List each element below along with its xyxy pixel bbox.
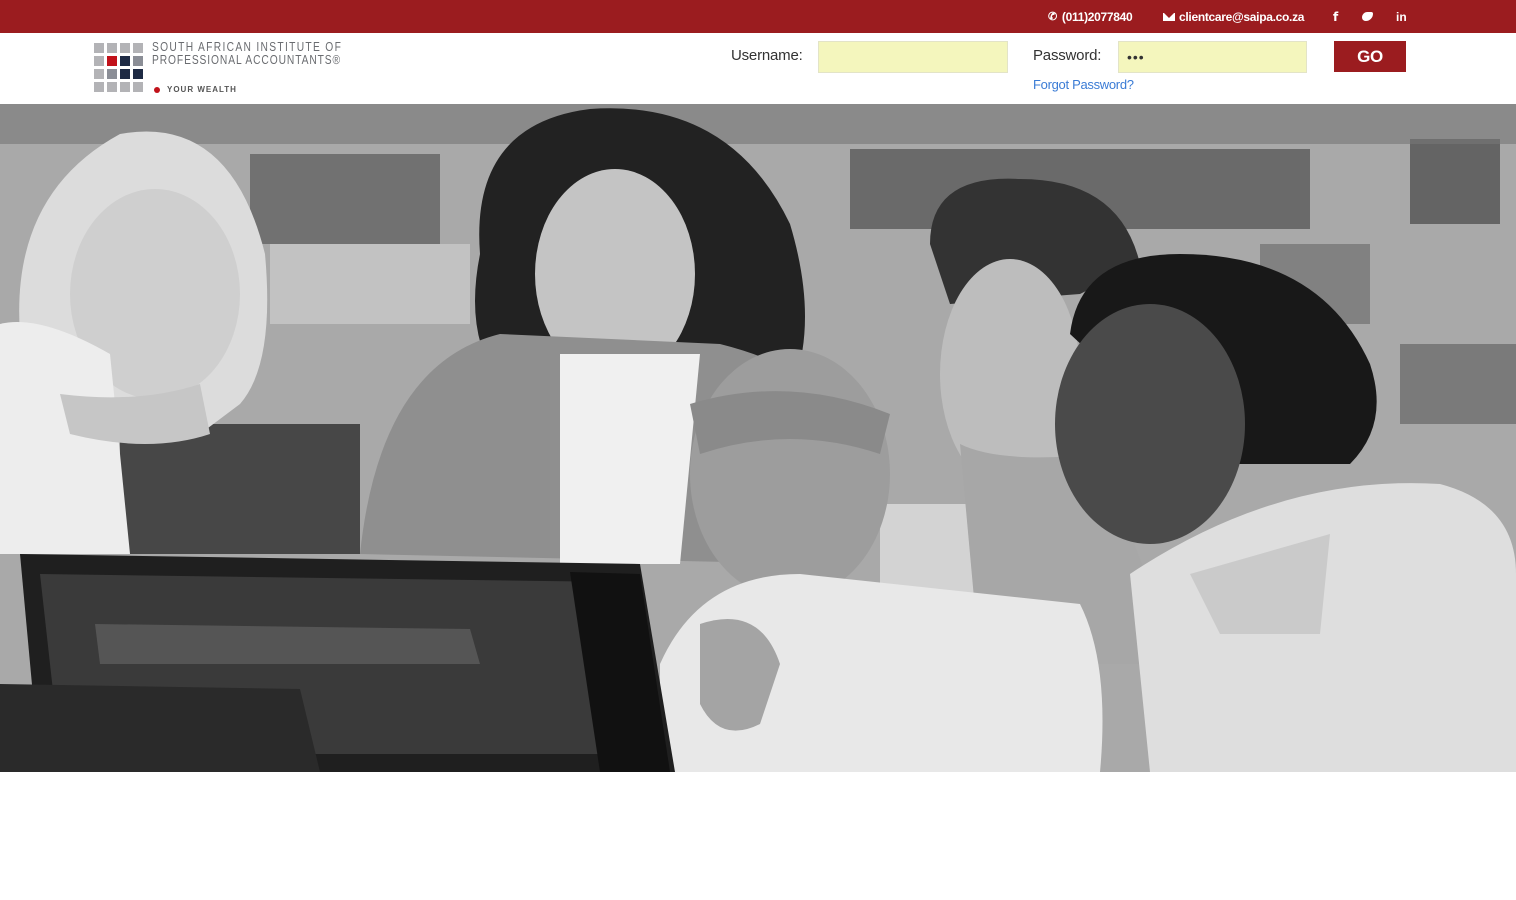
top-contact-bar: ✆ (011)2077840 clientcare@saipa.co.za f … (0, 0, 1516, 33)
linkedin-glyph: in (1396, 9, 1407, 24)
tagline-text: YOUR WEALTH (167, 85, 237, 94)
phone-contact[interactable]: ✆ (011)2077840 (1048, 0, 1133, 33)
facebook-icon[interactable]: f (1333, 0, 1338, 33)
logo-wordmark: SOUTH AFRICAN INSTITUTE OF PROFESSIONAL … (152, 41, 390, 67)
linkedin-icon[interactable]: in (1396, 0, 1407, 33)
logo-tagline: YOUR WEALTH (154, 85, 237, 94)
username-input[interactable] (818, 41, 1008, 73)
site-header: SOUTH AFRICAN INSTITUTE OF PROFESSIONAL … (0, 33, 1516, 105)
hero-image (0, 104, 1516, 772)
phone-number: (011)2077840 (1061, 9, 1133, 24)
forgot-password-link[interactable]: Forgot Password? (1033, 77, 1134, 92)
email-contact[interactable]: clientcare@saipa.co.za (1163, 0, 1304, 33)
facebook-glyph: f (1333, 9, 1339, 24)
logo-line-2: PROFESSIONAL ACCOUNTANTS® (152, 53, 342, 67)
password-label: Password: (1033, 47, 1102, 64)
tagline-dot-icon (154, 86, 160, 93)
team-photo-icon (0, 104, 1516, 772)
saipa-logo-icon[interactable] (94, 43, 146, 95)
envelope-icon (1163, 12, 1175, 21)
twitter-icon[interactable] (1362, 0, 1373, 33)
go-button[interactable]: GO (1334, 41, 1406, 72)
twitter-bird-glyph (1362, 12, 1373, 21)
username-label: Username: (731, 47, 803, 64)
email-address: clientcare@saipa.co.za (1179, 9, 1305, 24)
phone-icon: ✆ (1048, 11, 1057, 23)
password-input[interactable] (1118, 41, 1307, 73)
